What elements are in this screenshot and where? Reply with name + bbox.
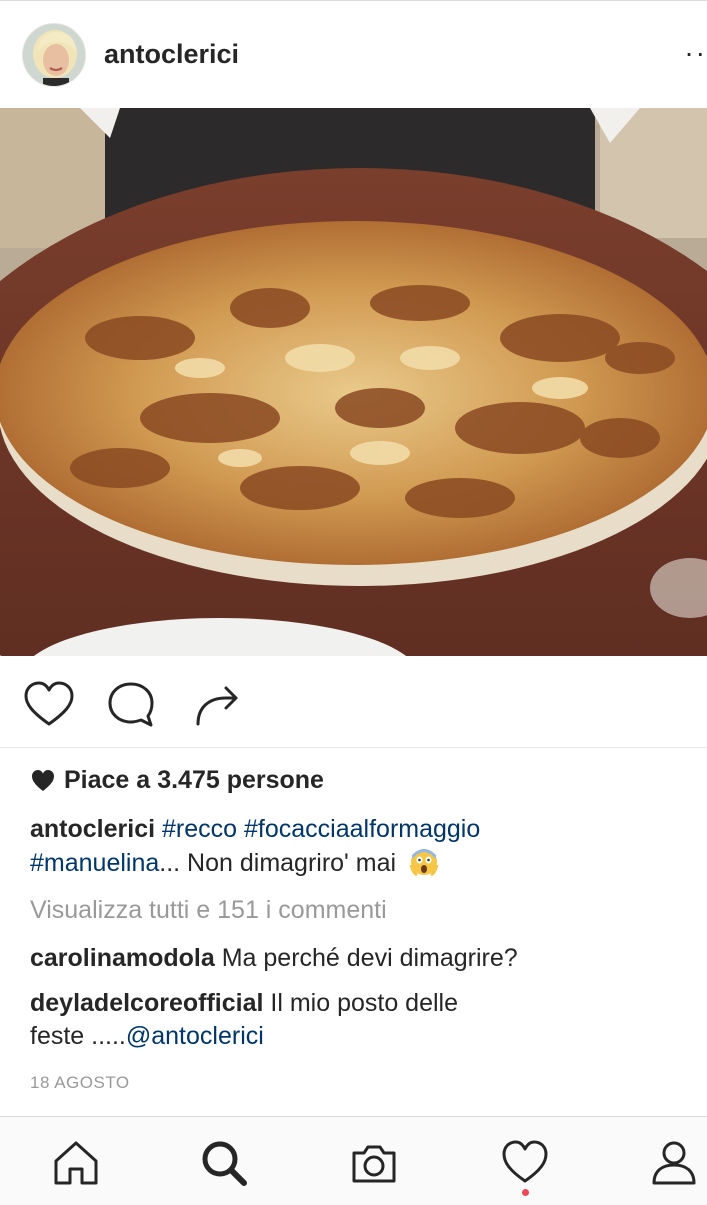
post-actions [0, 656, 707, 748]
post-photo[interactable] [0, 108, 707, 656]
comment-username[interactable]: carolinamodola [30, 944, 215, 972]
comment-item: carolinamodola Ma perché devi dimagrire? [30, 942, 680, 975]
avatar[interactable] [22, 23, 86, 87]
share-arrow-icon[interactable] [190, 678, 244, 732]
likes-prefix: Piace a [64, 766, 151, 794]
post-username[interactable]: antoclerici [104, 39, 239, 70]
scream-emoji-icon [409, 849, 439, 877]
caption-text: ... Non dimagriro' mai [159, 849, 397, 877]
profile-icon[interactable] [648, 1137, 700, 1189]
hashtag-manuelina[interactable]: #manuelina [30, 849, 159, 877]
comment-text: Il mio posto delle [270, 989, 458, 1017]
heart-outline-icon[interactable] [22, 678, 76, 732]
likes-count[interactable]: Piace a 3.475 persone [30, 766, 324, 795]
likes-text: 3.475 persone [157, 766, 324, 794]
post-header: antoclerici ·· [0, 0, 707, 108]
comment-text-continued: feste ..... [30, 1022, 126, 1050]
comment-username[interactable]: deyladelcoreofficial [30, 989, 263, 1017]
post-caption: antoclerici #recco #focacciaalformaggio … [30, 812, 680, 880]
bottom-tab-bar [0, 1116, 707, 1205]
more-options-icon[interactable]: ·· [684, 39, 707, 67]
home-icon[interactable] [50, 1137, 102, 1189]
hashtag-recco[interactable]: #recco [162, 815, 237, 843]
activity-heart-icon[interactable] [499, 1137, 551, 1189]
hashtag-focacciaalformaggio[interactable]: #focacciaalformaggio [244, 815, 480, 843]
comment-text: Ma perché devi dimagrire? [221, 944, 518, 972]
post-date: 18 AGOSTO [30, 1073, 130, 1092]
activity-notification-dot [522, 1189, 529, 1196]
view-all-comments-link[interactable]: Visualizza tutti e 151 i commenti [30, 896, 387, 925]
like-heart-icon [32, 769, 54, 791]
search-icon[interactable] [198, 1137, 250, 1189]
comment-icon[interactable] [104, 678, 158, 732]
comment-mention[interactable]: @antoclerici [126, 1022, 264, 1050]
comment-item: deyladelcoreofficial Il mio posto delle … [30, 987, 680, 1053]
caption-username[interactable]: antoclerici [30, 815, 155, 843]
camera-icon[interactable] [348, 1137, 400, 1189]
